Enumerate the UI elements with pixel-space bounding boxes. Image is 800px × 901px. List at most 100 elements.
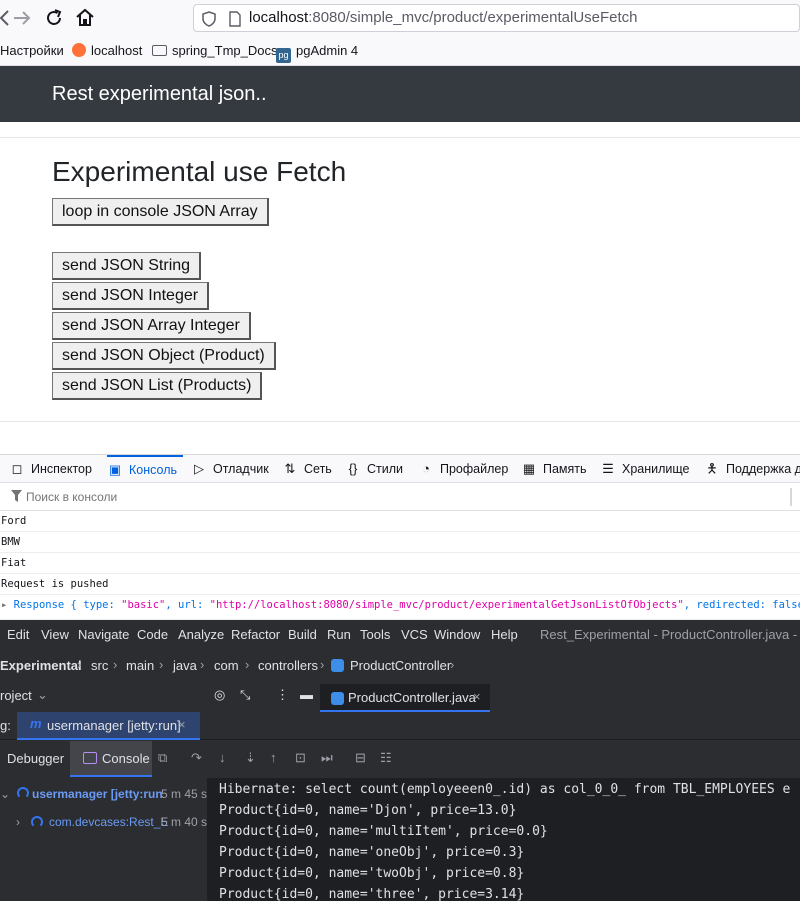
tab-storage[interactable]: ☰ Хранилище — [600, 455, 689, 483]
output-line: Product{id=0, name='oneObj', price=0.3} — [219, 845, 525, 860]
bookmark-pgadmin[interactable]: pg pgAdmin 4 — [276, 43, 358, 63]
console-log-line: Request is pushed — [0, 574, 800, 595]
tab-memory[interactable]: ▦ Память — [521, 455, 587, 483]
run-label: g: — [0, 718, 11, 733]
tab-debugger[interactable]: Debugger — [7, 751, 64, 766]
evaluate-icon[interactable]: ⊟ — [355, 750, 366, 766]
menu-analyze[interactable]: Analyze — [178, 627, 224, 642]
maven-icon: m — [30, 716, 42, 731]
tab-inspector[interactable]: ◻ Инспектор — [9, 455, 92, 483]
target-icon[interactable]: ◎ — [214, 687, 225, 703]
forward-icon[interactable] — [10, 6, 34, 30]
breadcrumb-item[interactable]: com — [214, 658, 239, 673]
layout-icon[interactable]: ⧉ — [158, 750, 167, 766]
run-tabs: g: m usermanager [jetty:run] × — [0, 712, 800, 740]
tree-item[interactable]: ⌄ usermanager [jetty:run 5 m 45 s — [0, 787, 207, 801]
console-log-line: Ford — [0, 511, 800, 532]
reload-icon[interactable] — [42, 6, 66, 30]
breadcrumb-item[interactable]: ProductController — [350, 658, 451, 673]
console-icon: ▣ — [108, 462, 122, 477]
minimize-icon[interactable]: ▬ — [300, 687, 313, 702]
tab-profiler[interactable]: ◔ Профайлер — [418, 455, 508, 483]
step-out-icon[interactable]: ↑ — [270, 750, 277, 765]
expand-arrow-icon[interactable]: ▸ — [1, 599, 14, 611]
run-to-cursor-icon[interactable]: ⊡ — [295, 750, 306, 766]
breadcrumb: Experimental › src › main › java › com ›… — [0, 652, 800, 680]
resume-icon[interactable]: ⏭ — [321, 750, 333, 766]
menu-build[interactable]: Build — [288, 627, 317, 642]
debugger-icon: ▷ — [194, 461, 204, 476]
tab-console[interactable]: ▣ Консоль — [107, 455, 183, 483]
menu-tools[interactable]: Tools — [360, 627, 390, 642]
more-options-icon[interactable]: ⋮ — [276, 687, 289, 703]
settings-list-icon[interactable]: ☷ — [380, 750, 392, 766]
network-icon: ⇅ — [284, 461, 296, 476]
chevron-right-icon[interactable]: › — [16, 815, 20, 829]
output-line: Product{id=0, name='Djon', price=13.0} — [219, 803, 517, 818]
step-into-icon[interactable]: ↓ — [219, 750, 226, 765]
menu-edit[interactable]: Edit — [7, 627, 29, 642]
bookmark-spring-docs[interactable]: spring_Tmp_Docs — [152, 43, 278, 58]
chevron-right-icon: › — [159, 657, 164, 672]
debugger-toolbar: Debugger Console ⧉ ↷ ↓ ⇣ ↑ ⊡ ⏭ ⊟ ☷ — [0, 741, 800, 777]
tab-debugger[interactable]: ▷ Отладчик — [191, 455, 269, 483]
editor-tab[interactable]: ProductController.java × — [320, 684, 490, 712]
project-label[interactable]: roject — [0, 688, 32, 703]
menu-vcs[interactable]: VCS — [401, 627, 428, 642]
collapse-icon[interactable]: ⤡ — [240, 687, 250, 703]
navbar-brand[interactable]: Rest experimental json.. — [52, 83, 267, 106]
console-filter-input[interactable] — [26, 488, 766, 506]
send-json-array-integer-button[interactable]: send JSON Array Integer — [52, 312, 251, 340]
chevron-down-icon[interactable]: ⌄ — [37, 687, 48, 703]
force-step-into-icon[interactable]: ⇣ — [245, 750, 256, 766]
output-line: Product{id=0, name='twoObj', price=0.8} — [219, 866, 525, 881]
tab-network[interactable]: ⇅ Сеть — [282, 455, 332, 483]
bookmark-settings[interactable]: Настройки — [0, 43, 64, 58]
send-json-integer-button[interactable]: send JSON Integer — [52, 282, 210, 310]
send-json-object-button[interactable]: send JSON Object (Product) — [52, 342, 276, 370]
divider — [0, 421, 800, 422]
breadcrumb-item[interactable]: controllers — [258, 658, 318, 673]
close-icon[interactable]: × — [178, 717, 186, 732]
menu-code[interactable]: Code — [137, 627, 168, 642]
console-tab-label: Console — [102, 751, 150, 766]
menu-navigate[interactable]: Navigate — [78, 627, 129, 642]
breadcrumb-item[interactable]: main — [126, 658, 154, 673]
menu-run[interactable]: Run — [327, 627, 351, 642]
running-icon — [17, 787, 30, 799]
page-navbar: Rest experimental json.. — [0, 66, 800, 122]
bookmark-label: spring_Tmp_Docs — [172, 43, 278, 58]
bookmark-localhost[interactable]: localhost — [72, 43, 142, 58]
accessibility-icon: 🯅 — [706, 461, 718, 476]
menu-refactor[interactable]: Refactor — [231, 627, 280, 642]
java-class-icon — [331, 692, 344, 705]
bookmarks-bar: Настройки localhost spring_Tmp_Docs pg pg… — [0, 36, 800, 66]
breadcrumb-item[interactable]: Experimental — [0, 658, 82, 673]
divider — [0, 137, 800, 138]
tab-accessibility[interactable]: 🯅Поддержка до — [704, 455, 800, 483]
devtools-tabs: ◻ Инспектор ▣ Консоль ▷ Отладчик ⇅ Сеть {} Ст… — [0, 454, 800, 483]
bookmark-label: pgAdmin 4 — [296, 43, 359, 58]
console-output[interactable]: Hibernate: select count(employeeen0_.id)… — [207, 778, 800, 901]
loop-json-array-button[interactable]: loop in console JSON Array — [52, 198, 269, 226]
menu-view[interactable]: View — [41, 627, 69, 642]
tab-console[interactable]: Console — [70, 741, 152, 777]
breadcrumb-item[interactable]: src — [91, 658, 108, 673]
home-icon[interactable] — [73, 6, 97, 30]
menu-window[interactable]: Window — [434, 627, 480, 642]
chevron-down-icon[interactable]: ⌄ — [0, 787, 10, 801]
step-over-icon[interactable]: ↷ — [191, 750, 202, 766]
menu-help[interactable]: Help — [491, 627, 518, 642]
shield-icon[interactable] — [201, 10, 217, 36]
close-icon[interactable]: × — [473, 689, 481, 704]
output-line: Product{id=0, name='three', price=3.14} — [219, 887, 525, 901]
page-icon[interactable] — [227, 10, 243, 36]
inspector-icon: ◻ — [11, 461, 23, 476]
tree-item-label: usermanager [jetty:run — [32, 787, 163, 801]
send-json-string-button[interactable]: send JSON String — [52, 252, 202, 280]
tab-styles[interactable]: {} Стили — [345, 455, 403, 483]
console-response-line[interactable]: ▸ Response { type: "basic", url: "http:/… — [0, 595, 800, 620]
send-json-list-button[interactable]: send JSON List (Products) — [52, 372, 263, 400]
url-bar[interactable]: localhost:8080/simple_mvc/product/experi… — [193, 4, 800, 32]
breadcrumb-item[interactable]: java — [173, 658, 197, 673]
